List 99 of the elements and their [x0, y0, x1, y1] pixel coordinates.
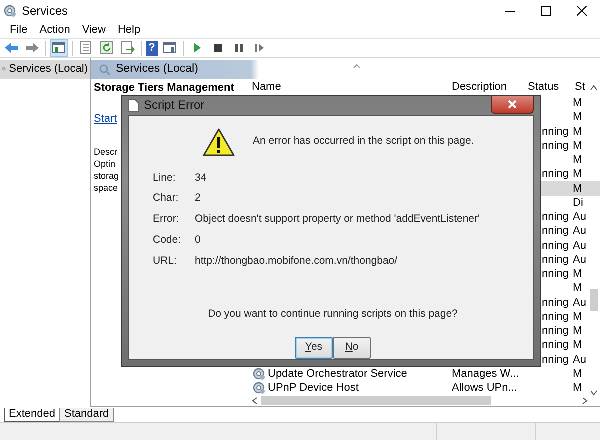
table-cell-text: nning — [541, 267, 570, 282]
scroll-down-icon[interactable] — [590, 390, 598, 396]
field-label: Code: — [153, 232, 182, 248]
panel-title: Services (Local) — [116, 62, 198, 77]
table-cell-text: M — [572, 281, 584, 296]
scroll-up-icon[interactable] — [590, 85, 598, 91]
sort-icon — [353, 64, 361, 69]
menu-item[interactable]: Help — [112, 22, 147, 38]
help-button[interactable]: ? — [146, 40, 158, 56]
scrollbar-thumb[interactable] — [261, 396, 491, 406]
table-cell-text: M — [572, 366, 584, 381]
table-cell-text: nning — [541, 138, 570, 153]
toolbar-button[interactable] — [50, 39, 68, 57]
window-title: Services — [22, 3, 68, 20]
menu-item[interactable]: View — [76, 22, 112, 38]
error-message: An error has occurred in the script on this page. — [253, 134, 474, 150]
close-button[interactable] — [491, 96, 534, 114]
tree-item[interactable]: Services (Local) — [0, 60, 90, 78]
table-cell-text: Manages W... — [451, 366, 520, 381]
table-cell-text: M — [572, 138, 584, 153]
table-cell-text: nning — [541, 252, 570, 267]
start-link[interactable]: Start — [94, 110, 118, 127]
service-name[interactable]: UPnP Device Host — [268, 381, 359, 396]
table-cell-text: M — [572, 267, 584, 282]
close-icon — [577, 6, 587, 16]
warning-icon — [203, 128, 235, 156]
service-name[interactable]: Update Orchestrator Service — [268, 366, 408, 381]
table-cell-text: M — [572, 124, 584, 139]
forward-arrow-icon — [25, 41, 39, 55]
table-cell: Au — [572, 296, 587, 310]
table-cell-text: nning — [541, 324, 570, 338]
stop-icon — [211, 41, 225, 55]
dialog-button[interactable]: Yes — [295, 337, 333, 359]
table-cell-text: M — [572, 324, 584, 338]
table-cell-text: nning — [541, 210, 570, 224]
table-cell: Au — [572, 352, 587, 367]
table-cell-text: M — [572, 381, 584, 396]
document-icon — [128, 98, 139, 112]
table-cell-text: M — [572, 167, 584, 182]
table-cell-text: nning — [541, 224, 570, 238]
table-cell: Au — [572, 252, 587, 267]
field-value: http://thongbao.mobifone.com.vn/thongbao/ — [195, 254, 399, 268]
field-label: Line: — [153, 170, 177, 186]
description-text: storag — [94, 170, 120, 182]
field-value: 34 — [195, 170, 208, 186]
description-text: Descr — [94, 146, 118, 158]
service-title: Storage Tiers Management — [94, 81, 236, 96]
table-cell: Au — [572, 224, 587, 238]
column-header[interactable]: Description — [449, 79, 525, 96]
view-tab[interactable]: Standard — [59, 408, 114, 422]
table-cell-text: M — [572, 110, 584, 124]
table-cell-text: nning — [541, 310, 570, 324]
field-label: Error: — [153, 212, 180, 227]
field-value: 0 — [195, 232, 202, 248]
table-cell-text: nning — [541, 167, 570, 182]
table-cell-text: M — [572, 182, 584, 196]
description-text: Optin — [94, 158, 116, 170]
maximize-icon — [541, 6, 551, 16]
table-cell-text: nning — [541, 238, 570, 253]
menu-item[interactable]: Action — [34, 22, 76, 38]
dialog-button[interactable]: No — [333, 337, 371, 359]
pause-icon — [232, 41, 246, 55]
view-tab[interactable]: Extended — [4, 408, 60, 422]
description-text: space — [94, 182, 118, 194]
table-cell-text: nning — [541, 338, 570, 352]
table-cell-text: nning — [541, 296, 570, 310]
table-row[interactable]: Update Orchestrator Service Manages W... M — [249, 366, 600, 381]
table-cell-text: nning — [541, 124, 570, 139]
column-header[interactable]: St — [572, 79, 587, 96]
field-label: Char: — [153, 191, 180, 206]
field-value: Object doesn't support property or method 'addEventListener' — [195, 212, 482, 227]
table-cell-text: nning — [541, 352, 570, 367]
table-row[interactable]: UPnP Device Host Allows UPn... M — [249, 380, 600, 396]
scroll-right-icon[interactable] — [582, 396, 588, 405]
export-icon — [121, 41, 135, 55]
table-cell-text: Di — [572, 196, 584, 210]
document-icon — [79, 41, 93, 55]
panel-icon — [163, 41, 177, 55]
question-text: Do you want to continue running scripts on this page? — [207, 307, 459, 322]
field-value: 2 — [195, 191, 202, 206]
table-cell-text: Allows UPn... — [451, 381, 518, 396]
column-header[interactable]: Status — [525, 79, 572, 96]
field-label: URL: — [153, 254, 178, 268]
refresh-icon — [100, 41, 114, 55]
table-cell-text: M — [572, 338, 584, 352]
back-arrow-icon — [4, 41, 18, 55]
table-cell-text: M — [572, 153, 584, 168]
menu-item[interactable]: File — [4, 22, 34, 38]
table-cell: Au — [572, 238, 587, 253]
table-cell-text: M — [572, 310, 584, 324]
scroll-left-icon[interactable] — [252, 396, 258, 405]
close-icon — [508, 100, 517, 110]
dialog-title: Script Error — [144, 97, 205, 114]
table-cell: Au — [572, 210, 587, 224]
table-cell-text: M — [572, 96, 584, 110]
scrollbar-thumb[interactable] — [590, 289, 598, 311]
panel-icon — [52, 41, 66, 55]
search-icon — [99, 64, 111, 76]
column-header[interactable]: Name — [249, 79, 449, 96]
